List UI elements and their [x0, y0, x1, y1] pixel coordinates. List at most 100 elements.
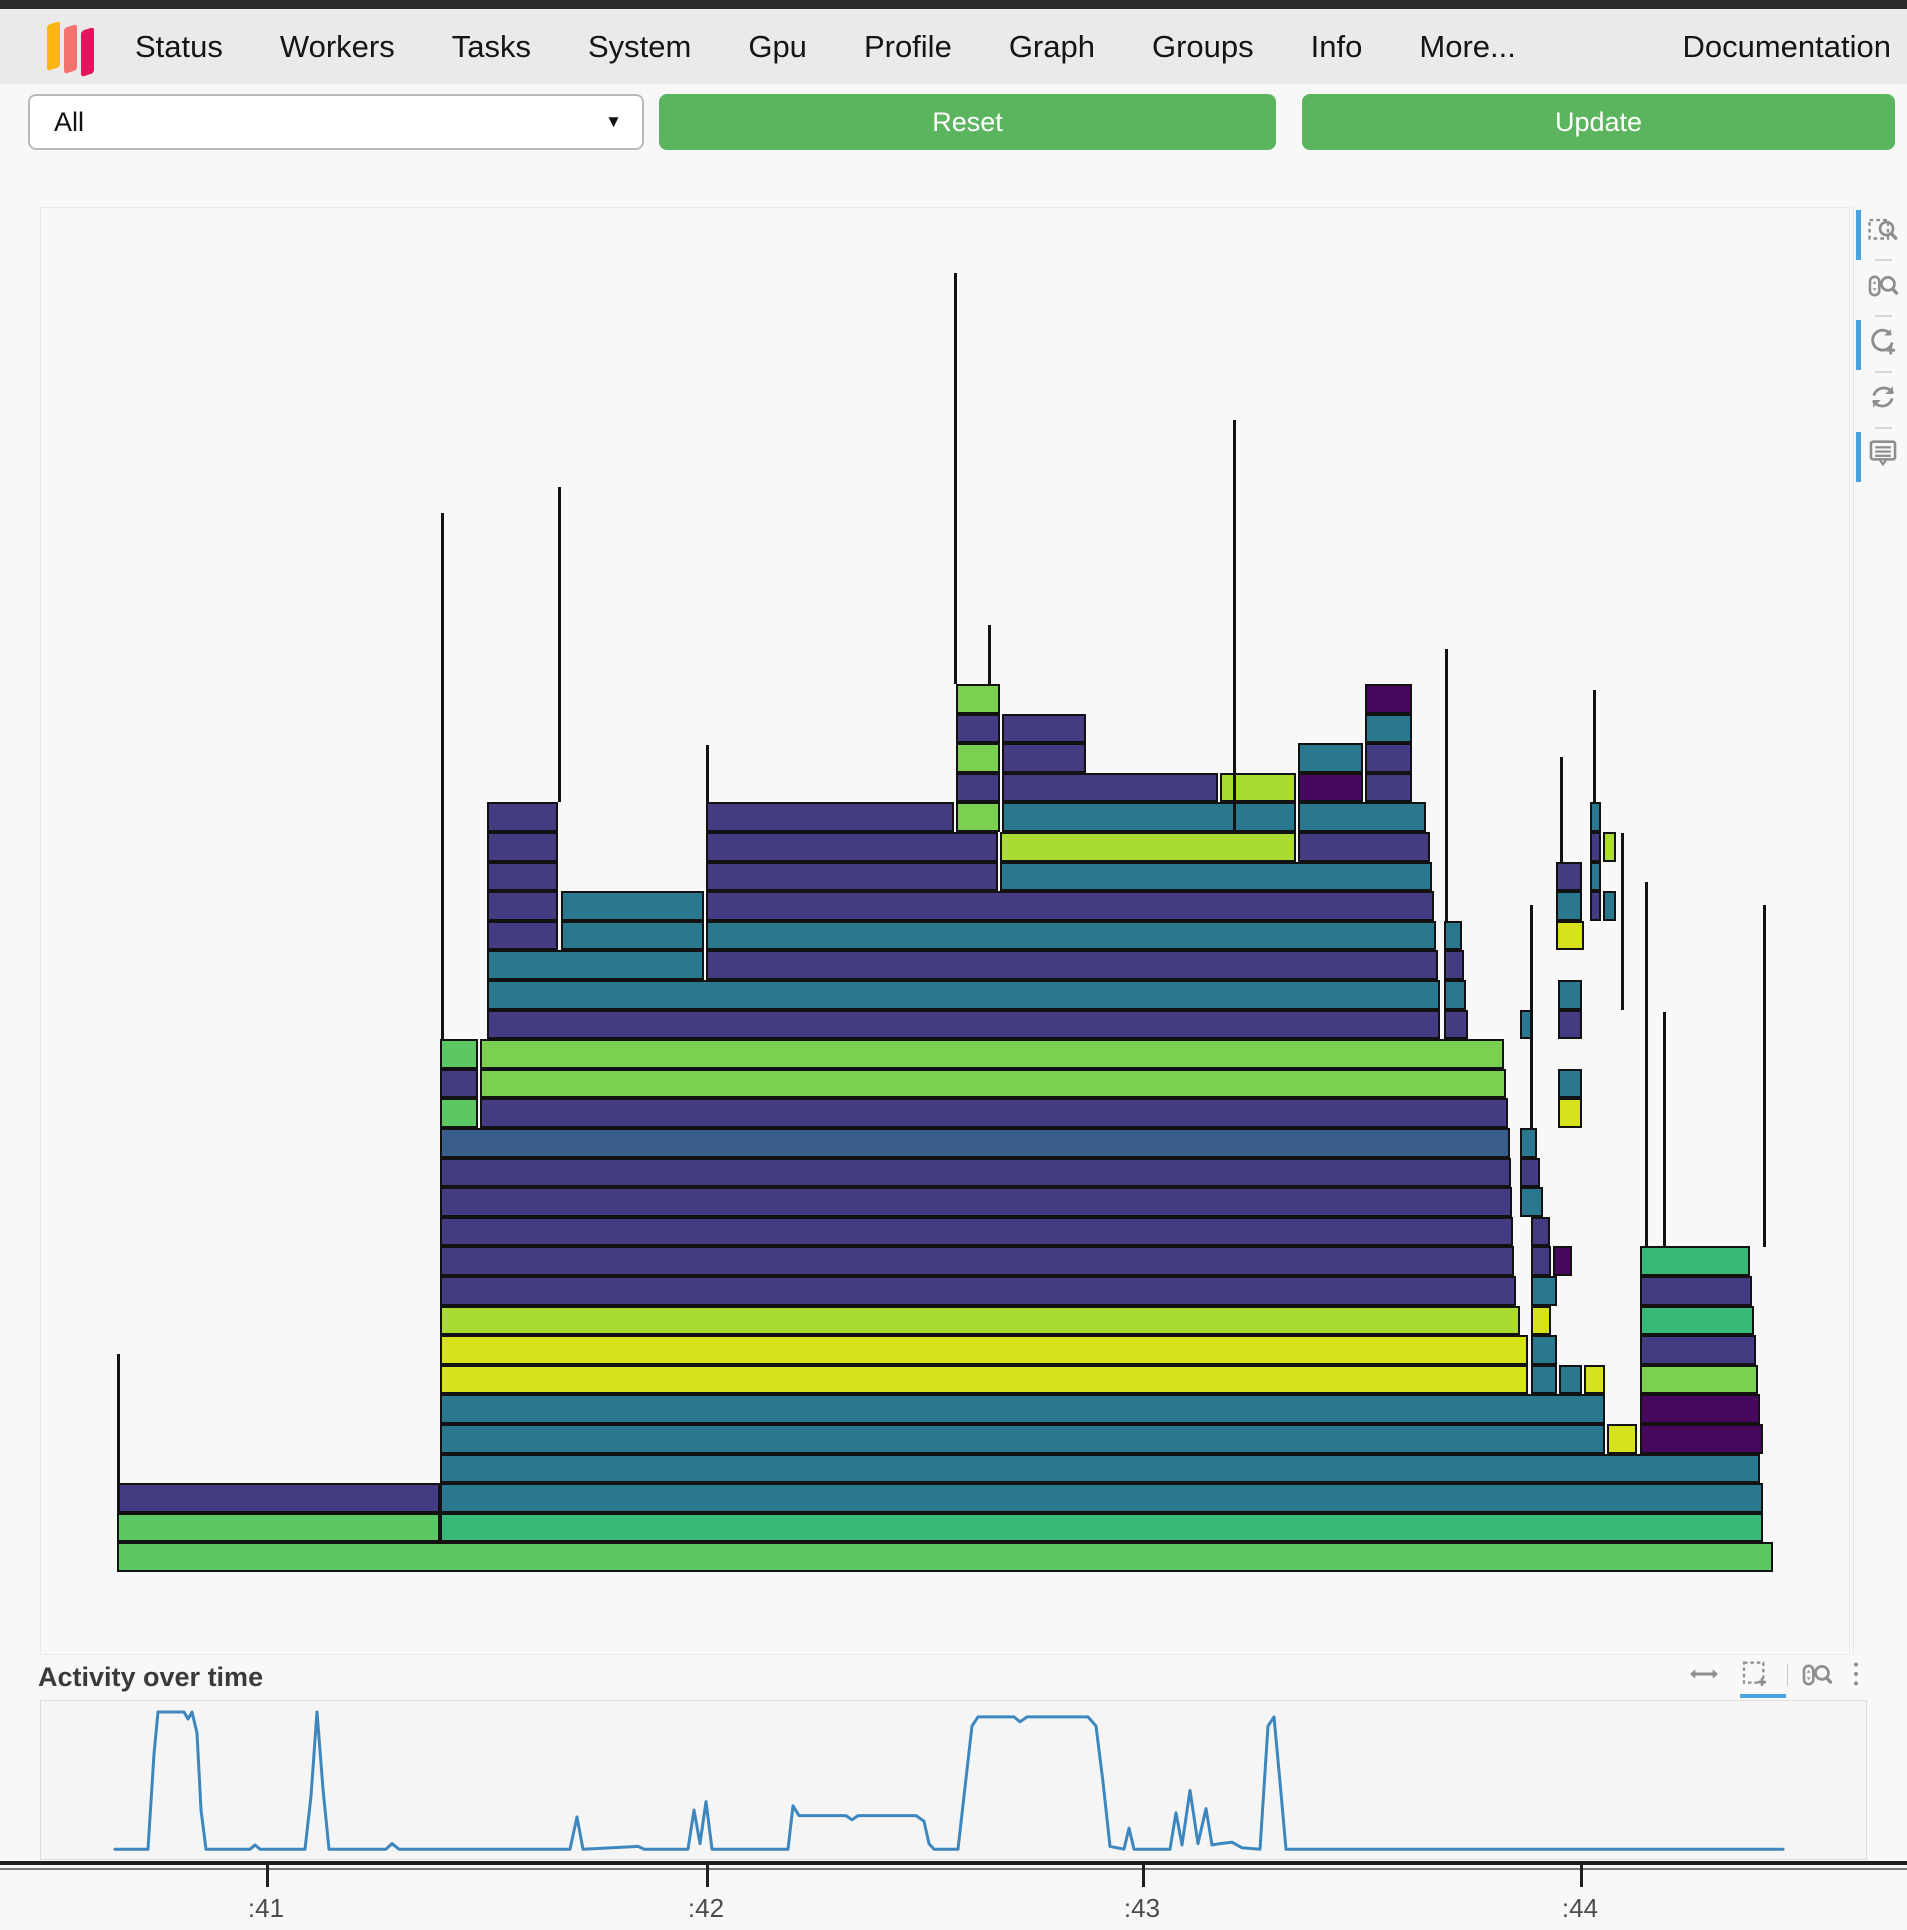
flame-rect[interactable] — [487, 1010, 1440, 1040]
flame-rect[interactable] — [1640, 1276, 1752, 1306]
nav-item-status[interactable]: Status — [135, 29, 223, 65]
flame-rect[interactable] — [1556, 862, 1582, 892]
flame-rect[interactable] — [487, 832, 558, 862]
flame-rect[interactable] — [1553, 1246, 1572, 1276]
flame-rect[interactable] — [1558, 1098, 1582, 1128]
flame-rect[interactable] — [1365, 743, 1412, 773]
nav-item-system[interactable]: System — [588, 29, 691, 65]
flame-rect[interactable] — [1365, 773, 1412, 803]
flame-rect[interactable] — [440, 1246, 1514, 1276]
flame-rect[interactable] — [706, 832, 998, 862]
flame-rect[interactable] — [1220, 773, 1296, 803]
flame-rect[interactable] — [1298, 743, 1363, 773]
flame-rect[interactable] — [1000, 862, 1432, 892]
flame-rect[interactable] — [1520, 1128, 1537, 1158]
flame-rect[interactable] — [1444, 980, 1466, 1010]
flame-rect[interactable] — [706, 921, 1436, 951]
flame-rect[interactable] — [1590, 802, 1601, 832]
flame-rect[interactable] — [1590, 891, 1601, 921]
flame-rect[interactable] — [440, 1217, 1513, 1247]
wheel-zoom-icon[interactable] — [1800, 1658, 1832, 1690]
flame-rect[interactable] — [440, 1335, 1528, 1365]
nav-item-documentation[interactable]: Documentation — [1682, 29, 1891, 65]
nav-item-graph[interactable]: Graph — [1009, 29, 1095, 65]
flame-rect[interactable] — [117, 1483, 440, 1513]
flame-rect[interactable] — [480, 1039, 1504, 1069]
flame-rect[interactable] — [1298, 832, 1430, 862]
flame-rect[interactable] — [956, 802, 1000, 832]
flame-rect[interactable] — [1559, 1365, 1582, 1395]
flame-rect[interactable] — [956, 773, 1000, 803]
flame-rect[interactable] — [1444, 921, 1462, 951]
flame-rect[interactable] — [440, 1394, 1605, 1424]
flame-rect[interactable] — [1590, 862, 1601, 892]
flame-rect[interactable] — [487, 891, 558, 921]
flame-rect[interactable] — [487, 862, 558, 892]
flame-rect[interactable] — [1640, 1365, 1758, 1395]
flame-rect[interactable] — [1558, 980, 1582, 1010]
nav-item-groups[interactable]: Groups — [1152, 29, 1254, 65]
flame-rect[interactable] — [487, 950, 704, 980]
flame-rect[interactable] — [440, 1276, 1516, 1306]
flame-rect[interactable] — [487, 980, 1440, 1010]
flame-rect[interactable] — [1531, 1246, 1551, 1276]
profile-filter-select[interactable]: All ▼ — [28, 94, 644, 150]
flame-rect[interactable] — [956, 714, 1000, 744]
flame-rect[interactable] — [440, 1424, 1605, 1454]
pan-x-icon[interactable] — [1688, 1658, 1720, 1690]
flame-rect[interactable] — [1520, 1158, 1540, 1188]
flame-rect[interactable] — [1640, 1306, 1754, 1336]
flame-rect[interactable] — [440, 1098, 478, 1128]
flame-rect[interactable] — [440, 1365, 1528, 1395]
flame-rect[interactable] — [561, 891, 704, 921]
flame-rect[interactable] — [1556, 921, 1584, 951]
box-zoom-icon[interactable] — [1866, 213, 1900, 247]
update-button[interactable]: Update — [1302, 94, 1895, 150]
flame-rect[interactable] — [1640, 1394, 1760, 1424]
flame-rect[interactable] — [487, 802, 558, 832]
flame-rect[interactable] — [117, 1513, 440, 1543]
flame-rect[interactable] — [706, 891, 1434, 921]
reset-icon[interactable] — [1866, 380, 1900, 414]
flame-rect[interactable] — [706, 950, 1438, 980]
nav-item-info[interactable]: Info — [1311, 29, 1363, 65]
nav-item-workers[interactable]: Workers — [280, 29, 395, 65]
flame-rect[interactable] — [1558, 1010, 1582, 1040]
flame-rect[interactable] — [1640, 1424, 1763, 1454]
flame-rect[interactable] — [1603, 891, 1616, 921]
flame-rect[interactable] — [440, 1187, 1512, 1217]
flame-rect[interactable] — [1002, 743, 1086, 773]
nav-item-tasks[interactable]: Tasks — [452, 29, 531, 65]
flame-rect[interactable] — [1365, 714, 1412, 744]
flame-rect[interactable] — [480, 1069, 1506, 1099]
flame-rect[interactable] — [1531, 1335, 1557, 1365]
flame-rect[interactable] — [1603, 832, 1616, 862]
flame-rect[interactable] — [1640, 1246, 1750, 1276]
flame-rect[interactable] — [956, 684, 1000, 714]
reset-button[interactable]: Reset — [659, 94, 1276, 150]
flame-rect[interactable] — [440, 1483, 1763, 1513]
flame-rect[interactable] — [561, 921, 704, 951]
flame-rect[interactable] — [1444, 950, 1464, 980]
flame-rect[interactable] — [706, 862, 998, 892]
flame-rect[interactable] — [956, 743, 1000, 773]
flame-rect[interactable] — [1298, 773, 1363, 803]
flame-rect[interactable] — [117, 1542, 1773, 1572]
flame-rect[interactable] — [1444, 1010, 1468, 1040]
flame-rect[interactable] — [1584, 1365, 1605, 1395]
flame-rect[interactable] — [1640, 1335, 1756, 1365]
wheel-zoom-icon[interactable] — [1866, 269, 1900, 303]
flame-rect[interactable] — [1298, 802, 1426, 832]
nav-item-more[interactable]: More... — [1419, 29, 1515, 65]
flame-rect[interactable] — [440, 1513, 1763, 1543]
flame-rect[interactable] — [1558, 1069, 1582, 1099]
flame-rect[interactable] — [1531, 1365, 1557, 1395]
flame-rect[interactable] — [440, 1069, 478, 1099]
flame-rect[interactable] — [1520, 1010, 1532, 1040]
flame-rect[interactable] — [1556, 891, 1582, 921]
flame-rect[interactable] — [480, 1098, 1508, 1128]
flame-rect[interactable] — [440, 1306, 1520, 1336]
flame-rect[interactable] — [1531, 1276, 1557, 1306]
box-zoom-plus-icon[interactable] — [1740, 1658, 1772, 1690]
flame-rect[interactable] — [1002, 773, 1218, 803]
